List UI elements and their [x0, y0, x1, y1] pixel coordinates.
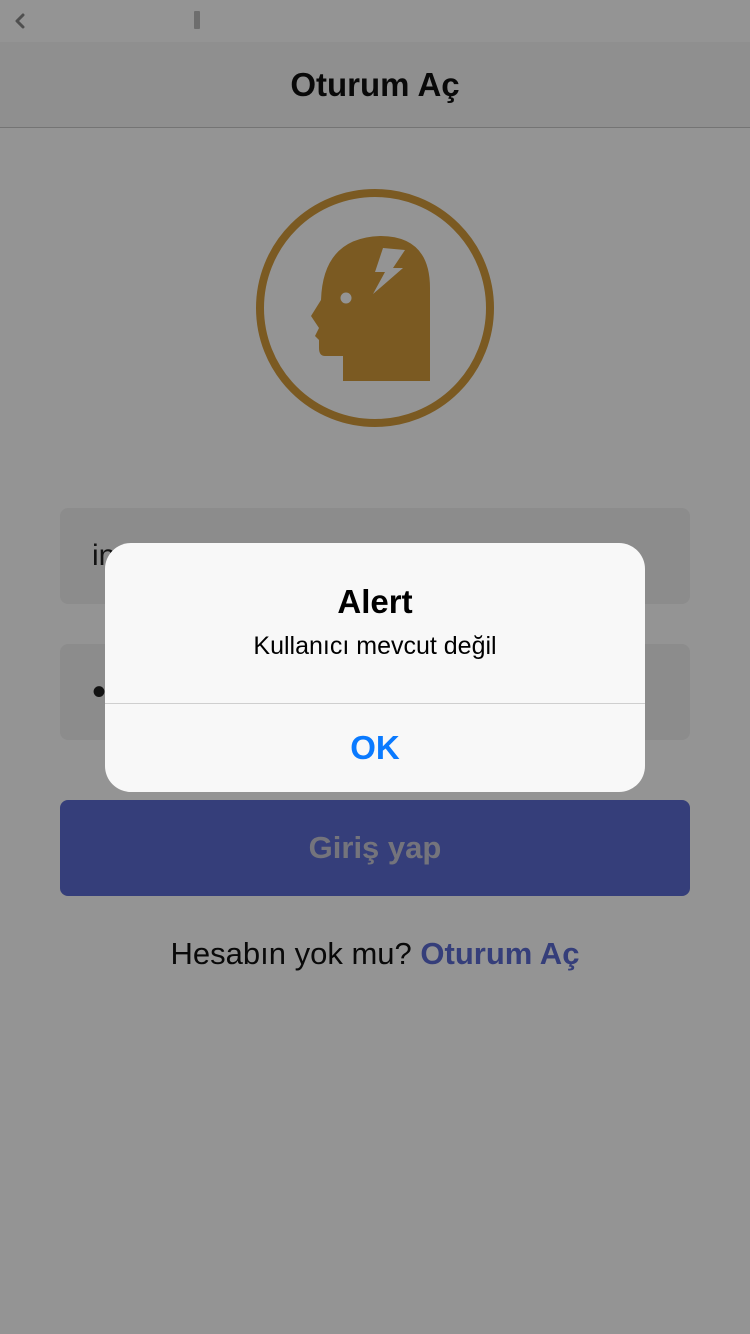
- alert-dialog: Alert Kullanıcı mevcut değil OK: [105, 543, 645, 792]
- alert-title: Alert: [337, 583, 413, 620]
- alert-message: Kullanıcı mevcut değil: [253, 632, 497, 660]
- alert-ok-button[interactable]: OK: [105, 704, 645, 792]
